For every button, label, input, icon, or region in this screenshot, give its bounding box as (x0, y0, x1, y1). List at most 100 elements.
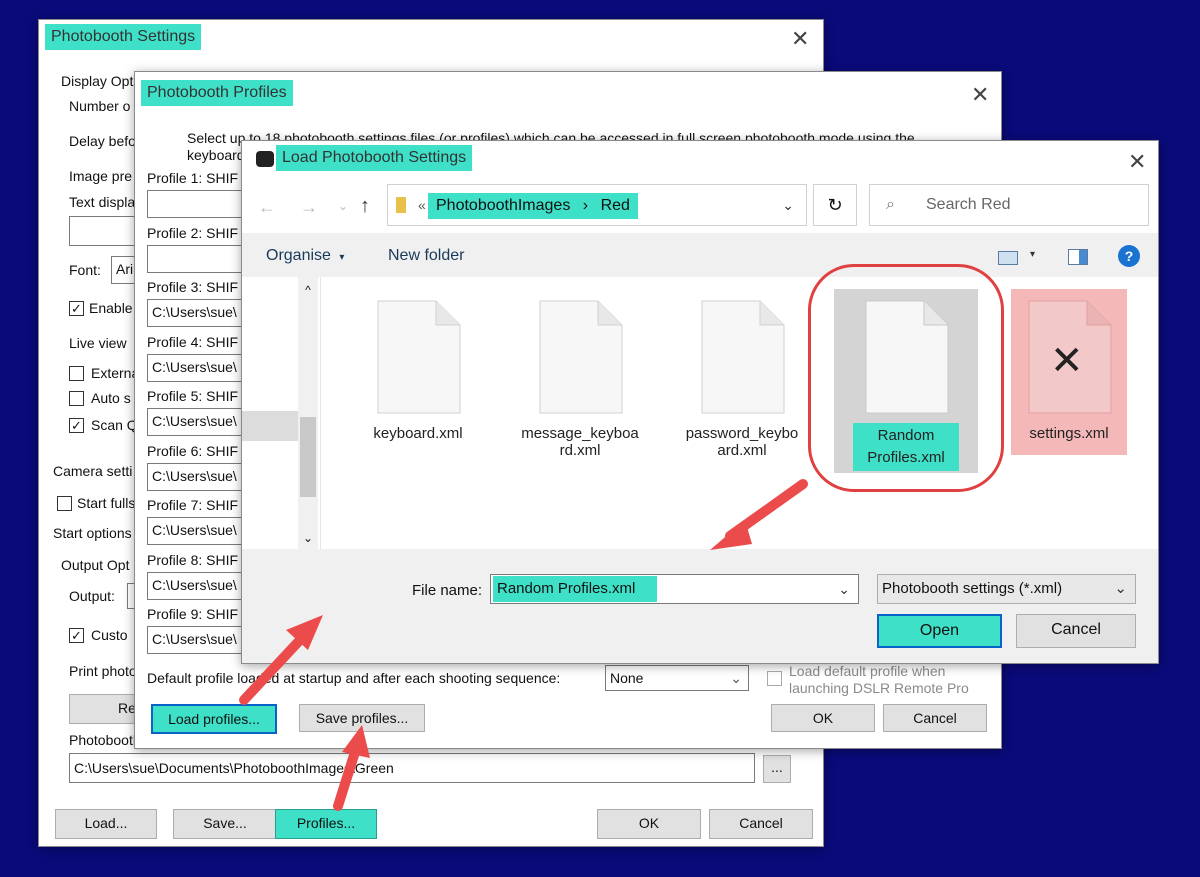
enable-checkbox[interactable]: ✓ (69, 301, 84, 316)
delay-before-label: Delay befo (69, 133, 136, 149)
save-profiles-button[interactable]: Save profiles... (299, 704, 425, 732)
profile-label: Profile 6: SHIF (147, 442, 239, 459)
profile-path-field[interactable]: C:\Users\sue\ (147, 408, 247, 436)
close-icon[interactable]: ✕ (971, 84, 989, 106)
profile-path-field[interactable]: C:\Users\sue\ (147, 517, 247, 545)
breadcrumb-prefix: « (418, 197, 426, 213)
file-item[interactable]: message_keyboa rd.xml (515, 299, 645, 459)
organise-label: Organise (266, 247, 331, 264)
search-icon: ⌕ (886, 196, 895, 213)
font-label: Font: (69, 262, 101, 278)
camera-settings-label: Camera setti (53, 463, 133, 479)
close-icon[interactable]: ✕ (1128, 151, 1146, 173)
file-name: password_keybo (685, 425, 799, 442)
breadcrumb: PhotoboothImages › Red (428, 193, 638, 219)
scroll-thumb[interactable] (300, 417, 316, 497)
profile-path-field[interactable]: C:\Users\sue\ (147, 462, 247, 491)
settings-cancel-button[interactable]: Cancel (709, 809, 813, 839)
view-dropdown-icon[interactable]: ▾ (1030, 249, 1035, 260)
enable-label: Enable (89, 300, 133, 316)
number-of-label: Number o (69, 98, 131, 114)
auto-label: Auto s (91, 390, 131, 406)
help-icon[interactable]: ? (1118, 245, 1140, 267)
search-box[interactable]: ⌕ Search Red (869, 184, 1149, 226)
camera-app-icon (256, 151, 274, 167)
chevron-up-icon[interactable]: ^ (298, 283, 318, 297)
view-icon[interactable] (998, 251, 1018, 265)
profiles-ok-button[interactable]: OK (771, 704, 875, 732)
chevron-down-icon: ⌄ (730, 670, 742, 686)
load-default-line2: launching DSLR Remote Pro (789, 680, 969, 696)
custom-label: Custo (91, 627, 128, 643)
external-label: Externa (91, 365, 140, 381)
profile-path-field[interactable]: C:\Users\sue\ (147, 571, 247, 600)
file-name: message_keyboa (521, 425, 639, 442)
load-default-checkbox[interactable] (767, 671, 782, 686)
breadcrumb-item[interactable]: Red (601, 197, 630, 214)
file-name-line2: rd.xml (559, 442, 601, 459)
file-type-select[interactable]: Photobooth settings (*.xml) ⌄ (877, 574, 1136, 604)
profile-label: Profile 4: SHIF (147, 333, 239, 350)
nav-scrollbar[interactable]: ^ ⌄ (298, 277, 318, 549)
load-settings-dialog: Load Photobooth Settings ✕ ← → ⌄ ↑ « Pho… (241, 140, 1159, 664)
document-icon (536, 299, 624, 415)
load-button[interactable]: Load... (55, 809, 157, 839)
highlight-circle (808, 264, 1004, 492)
back-icon[interactable]: ← (258, 197, 276, 218)
search-placeholder: Search Red (926, 196, 1011, 213)
forward-icon[interactable]: → (300, 197, 318, 218)
scan-label: Scan Q (91, 417, 138, 433)
profile-label: Profile 2: SHIF (147, 224, 239, 241)
external-checkbox[interactable] (69, 366, 84, 381)
file-name: settings.xml (1029, 425, 1109, 442)
file-name-input[interactable]: Random Profiles.xml ⌄ (490, 574, 859, 604)
recent-dropdown-icon[interactable]: ⌄ (338, 199, 348, 213)
profile-path-field[interactable]: C:\Users\sue\ (147, 626, 247, 654)
reject-x-icon: ✕ (1050, 339, 1084, 383)
profile-path-field[interactable]: C:\Users\sue\ (147, 299, 247, 327)
scan-checkbox[interactable]: ✓ (69, 418, 84, 433)
file-name-value: Random Profiles.xml (493, 576, 657, 602)
new-folder-button[interactable]: New folder (388, 247, 464, 265)
preview-pane-icon[interactable] (1068, 249, 1088, 265)
dialog-cancel-button[interactable]: Cancel (1016, 614, 1136, 648)
nav-selected-item[interactable] (242, 411, 298, 441)
text-display-label: Text displa (69, 194, 136, 210)
settings-title: Photobooth Settings (45, 24, 202, 50)
load-default-label: Load default profile when launching DSLR… (789, 663, 969, 697)
profile-label: Profile 8: SHIF (147, 551, 239, 568)
up-icon[interactable]: ↑ (360, 195, 370, 218)
folder-icon (396, 197, 406, 213)
custom-checkbox[interactable]: ✓ (69, 628, 84, 643)
chevron-down-icon[interactable]: ⌄ (298, 531, 318, 545)
save-button[interactable]: Save... (173, 809, 277, 839)
browse-button[interactable]: ... (763, 755, 791, 783)
refresh-button[interactable]: ↻ (813, 184, 857, 226)
default-profile-select[interactable]: None ⌄ (605, 665, 749, 691)
navigation-pane[interactable]: ^ ⌄ (242, 277, 321, 549)
file-item[interactable]: password_keybo ard.xml (677, 299, 807, 459)
profile-path-field[interactable]: C:\Users\sue\ (147, 353, 247, 382)
address-bar[interactable]: « PhotoboothImages › Red ⌄ (387, 184, 807, 226)
profile-path-field[interactable] (147, 190, 247, 218)
caret-down-icon: ▾ (339, 252, 345, 263)
start-fullscreen-checkbox[interactable] (57, 496, 72, 511)
breadcrumb-item[interactable]: PhotoboothImages (436, 197, 570, 214)
folder-path-field[interactable]: C:\Users\sue\Documents\PhotoboothImages\… (69, 753, 755, 783)
default-profile-value: None (610, 670, 644, 686)
open-button[interactable]: Open (877, 614, 1002, 648)
file-name: keyboard.xml (373, 425, 463, 442)
output-label: Output: (69, 588, 115, 604)
chevron-down-icon[interactable]: ⌄ (782, 193, 794, 217)
settings-ok-button[interactable]: OK (597, 809, 701, 839)
profile-path-field[interactable] (147, 244, 247, 273)
load-profiles-button[interactable]: Load profiles... (151, 704, 277, 734)
file-item[interactable]: keyboard.xml (353, 299, 483, 442)
organise-menu[interactable]: Organise ▾ (266, 247, 344, 265)
chevron-down-icon[interactable]: ⌄ (838, 577, 850, 601)
profile-label: Profile 9: SHIF (147, 606, 239, 622)
profiles-cancel-button[interactable]: Cancel (883, 704, 987, 732)
auto-checkbox[interactable] (69, 391, 84, 406)
profiles-button[interactable]: Profiles... (275, 809, 377, 839)
close-icon[interactable]: ✕ (791, 28, 809, 50)
